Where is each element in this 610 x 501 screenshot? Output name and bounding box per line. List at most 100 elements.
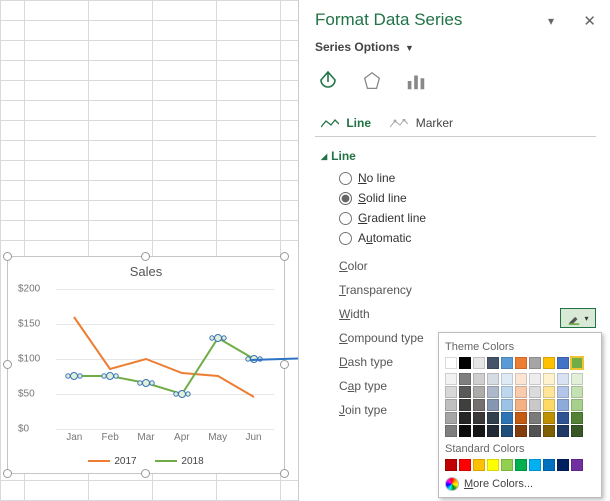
color-swatch[interactable] <box>501 425 513 437</box>
color-swatch[interactable] <box>557 425 569 437</box>
worksheet-grid[interactable]: Sales $200 $150 $100 $50 $0 Jan Feb Mar … <box>0 0 298 501</box>
color-swatch[interactable] <box>487 425 499 437</box>
more-colors-button[interactable]: More Colors... <box>445 477 595 491</box>
color-swatch[interactable] <box>487 459 499 471</box>
color-swatch[interactable] <box>501 373 513 385</box>
color-swatch[interactable] <box>445 459 457 471</box>
color-swatch[interactable] <box>459 373 471 385</box>
color-swatch[interactable] <box>543 412 555 424</box>
radio-solid-line[interactable]: Solid line <box>339 191 596 205</box>
color-swatch[interactable] <box>557 399 569 411</box>
color-swatch[interactable] <box>473 357 485 369</box>
color-swatch[interactable] <box>473 399 485 411</box>
color-swatch[interactable] <box>487 357 499 369</box>
color-swatch[interactable] <box>459 357 471 369</box>
fill-and-line-icon[interactable] <box>315 68 341 94</box>
color-swatch[interactable] <box>571 425 583 437</box>
tab-marker[interactable]: Marker <box>384 110 463 136</box>
color-swatch[interactable] <box>515 459 527 471</box>
color-swatch[interactable] <box>529 399 541 411</box>
color-swatch[interactable] <box>543 425 555 437</box>
color-swatch[interactable] <box>445 412 457 424</box>
plot-area[interactable]: $200 $150 $100 $50 $0 Jan Feb Mar Apr Ma… <box>18 289 274 429</box>
color-swatch[interactable] <box>445 425 457 437</box>
color-swatch[interactable] <box>529 459 541 471</box>
color-swatch[interactable] <box>557 412 569 424</box>
resize-handle[interactable] <box>280 360 289 369</box>
tab-line[interactable]: Line <box>315 110 381 136</box>
color-swatch[interactable] <box>571 399 583 411</box>
color-swatch[interactable] <box>487 412 499 424</box>
resize-handle[interactable] <box>280 469 289 478</box>
color-swatch[interactable] <box>515 386 527 398</box>
color-swatch[interactable] <box>557 373 569 385</box>
color-dropdown-button[interactable]: ▾ <box>560 308 596 328</box>
color-swatch[interactable] <box>515 425 527 437</box>
chart-legend[interactable]: 2017 2018 <box>8 456 284 467</box>
color-swatch[interactable] <box>459 399 471 411</box>
series-options-selector[interactable]: Series Options ▼ <box>315 40 596 54</box>
color-swatch[interactable] <box>459 459 471 471</box>
color-swatch[interactable] <box>515 373 527 385</box>
color-swatch[interactable] <box>501 459 513 471</box>
color-swatch[interactable] <box>473 425 485 437</box>
resize-handle[interactable] <box>141 252 150 261</box>
color-swatch[interactable] <box>445 357 457 369</box>
color-swatch[interactable] <box>529 357 541 369</box>
color-swatch[interactable] <box>487 373 499 385</box>
color-swatch[interactable] <box>543 399 555 411</box>
chart-object[interactable]: Sales $200 $150 $100 $50 $0 Jan Feb Mar … <box>7 256 285 474</box>
color-swatch[interactable] <box>515 412 527 424</box>
color-swatch[interactable] <box>473 412 485 424</box>
color-swatch[interactable] <box>571 386 583 398</box>
color-swatch[interactable] <box>557 459 569 471</box>
resize-handle[interactable] <box>3 360 12 369</box>
color-swatch-selected[interactable] <box>571 357 583 369</box>
chart-svg <box>18 289 274 429</box>
color-swatch[interactable] <box>557 386 569 398</box>
x-tick: Feb <box>102 432 119 443</box>
color-swatch[interactable] <box>529 425 541 437</box>
effects-icon[interactable] <box>359 68 385 94</box>
radio-gradient-line[interactable]: Gradient line <box>339 211 596 225</box>
color-swatch[interactable] <box>459 412 471 424</box>
color-swatch[interactable] <box>515 357 527 369</box>
color-swatch[interactable] <box>473 386 485 398</box>
color-swatch[interactable] <box>557 357 569 369</box>
color-swatch[interactable] <box>543 459 555 471</box>
color-swatch[interactable] <box>501 386 513 398</box>
color-swatch[interactable] <box>445 386 457 398</box>
color-swatch[interactable] <box>529 373 541 385</box>
color-swatch[interactable] <box>571 373 583 385</box>
color-swatch[interactable] <box>459 425 471 437</box>
color-swatch[interactable] <box>473 373 485 385</box>
resize-handle[interactable] <box>3 469 12 478</box>
color-swatch[interactable] <box>529 386 541 398</box>
color-swatch[interactable] <box>473 459 485 471</box>
resize-handle[interactable] <box>141 469 150 478</box>
radio-no-line[interactable]: No line <box>339 171 596 185</box>
close-button[interactable]: ✕ <box>583 12 596 30</box>
color-swatch[interactable] <box>543 386 555 398</box>
color-swatch[interactable] <box>543 357 555 369</box>
series-options-icon[interactable] <box>403 68 429 94</box>
resize-handle[interactable] <box>3 252 12 261</box>
color-swatch[interactable] <box>459 386 471 398</box>
color-swatch[interactable] <box>501 357 513 369</box>
series-2017[interactable] <box>74 317 254 397</box>
color-swatch[interactable] <box>501 399 513 411</box>
radio-automatic[interactable]: Automatic <box>339 231 596 245</box>
color-swatch[interactable] <box>571 412 583 424</box>
color-swatch[interactable] <box>487 386 499 398</box>
color-swatch[interactable] <box>515 399 527 411</box>
color-swatch[interactable] <box>445 399 457 411</box>
line-section-header[interactable]: Line <box>321 149 596 163</box>
color-swatch[interactable] <box>543 373 555 385</box>
resize-handle[interactable] <box>280 252 289 261</box>
color-swatch[interactable] <box>501 412 513 424</box>
task-pane-dropdown-icon[interactable]: ▾ <box>548 14 554 28</box>
color-swatch[interactable] <box>529 412 541 424</box>
color-swatch[interactable] <box>571 459 583 471</box>
color-swatch[interactable] <box>487 399 499 411</box>
color-swatch[interactable] <box>445 373 457 385</box>
